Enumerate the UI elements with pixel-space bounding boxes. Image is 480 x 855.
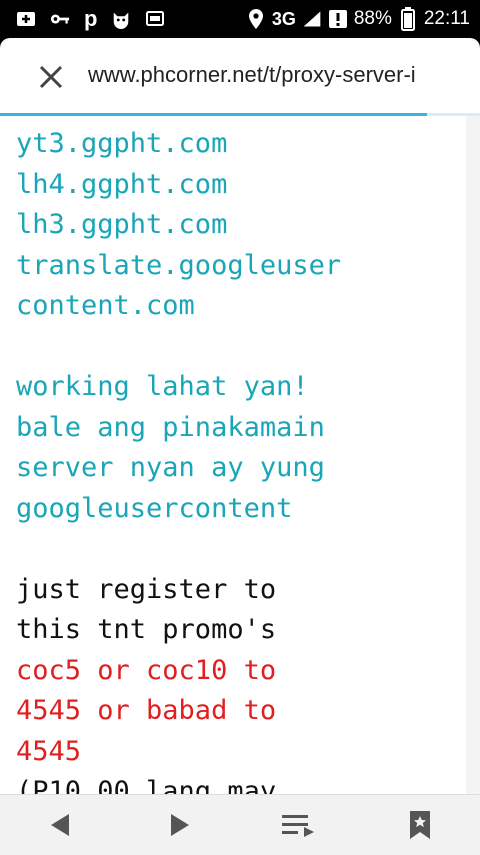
post-line: this tnt promo's [16, 614, 277, 645]
screen-icon [145, 9, 165, 29]
post-line: lh4.ggpht.com [16, 168, 228, 200]
battery-icon [398, 7, 418, 31]
post-line: server nyan ay yung [16, 452, 325, 483]
notification-alert-icon [328, 9, 348, 29]
location-icon [246, 9, 266, 29]
post-line: working lahat yan! [16, 371, 309, 402]
tabs-button[interactable] [278, 807, 318, 843]
post-line: 4545 or babad to [16, 695, 277, 726]
post-line: lh3.ggpht.com [16, 209, 228, 240]
post-line: bale ang pinakamain [16, 411, 325, 443]
signal-icon [302, 9, 322, 29]
post-line: just register to [16, 573, 277, 605]
plus-square-icon [16, 9, 36, 29]
post-line: yt3.ggpht.com [16, 128, 228, 159]
close-icon [39, 65, 63, 89]
post-line: content.com [16, 290, 195, 321]
cat-icon [111, 9, 131, 29]
key-icon [50, 9, 70, 29]
post-line: 4545 [16, 735, 82, 767]
back-button[interactable] [40, 807, 80, 843]
browser-address-bar: www.phcorner.net/t/proxy-server-i [0, 38, 480, 116]
bookmark-button[interactable] [400, 807, 440, 843]
page-content[interactable]: yt3.ggpht.com lh4.ggpht.com lh3.ggpht.com t… [0, 116, 466, 794]
clock: 22:11 [423, 8, 470, 29]
post-line [16, 327, 456, 368]
post-line: translate.googleuser [16, 249, 342, 281]
post-body: yt3.ggpht.com lh4.ggpht.com lh3.ggpht.com t… [16, 124, 456, 794]
forward-button[interactable] [160, 807, 200, 843]
network-type: 3G [271, 8, 296, 29]
forward-arrow-icon [171, 814, 189, 836]
back-arrow-icon [51, 814, 69, 836]
post-line: coc5 or coc10 to [16, 654, 277, 686]
scroll-track[interactable] [466, 116, 480, 794]
battery-percent: 88% [353, 8, 392, 29]
url-field[interactable]: www.phcorner.net/t/proxy-server-i [88, 62, 458, 92]
post-line: googleusercontent [16, 492, 293, 524]
bookmark-icon [410, 811, 430, 839]
post-line: (P10.00 lang may [16, 776, 277, 794]
post-line [16, 529, 456, 570]
browser-toolbar [0, 794, 480, 855]
p-icon: p [84, 6, 98, 31]
tabs-icon [282, 815, 314, 837]
close-button[interactable] [34, 60, 68, 94]
status-bar: p 3G 88% 22:11 [0, 0, 480, 38]
